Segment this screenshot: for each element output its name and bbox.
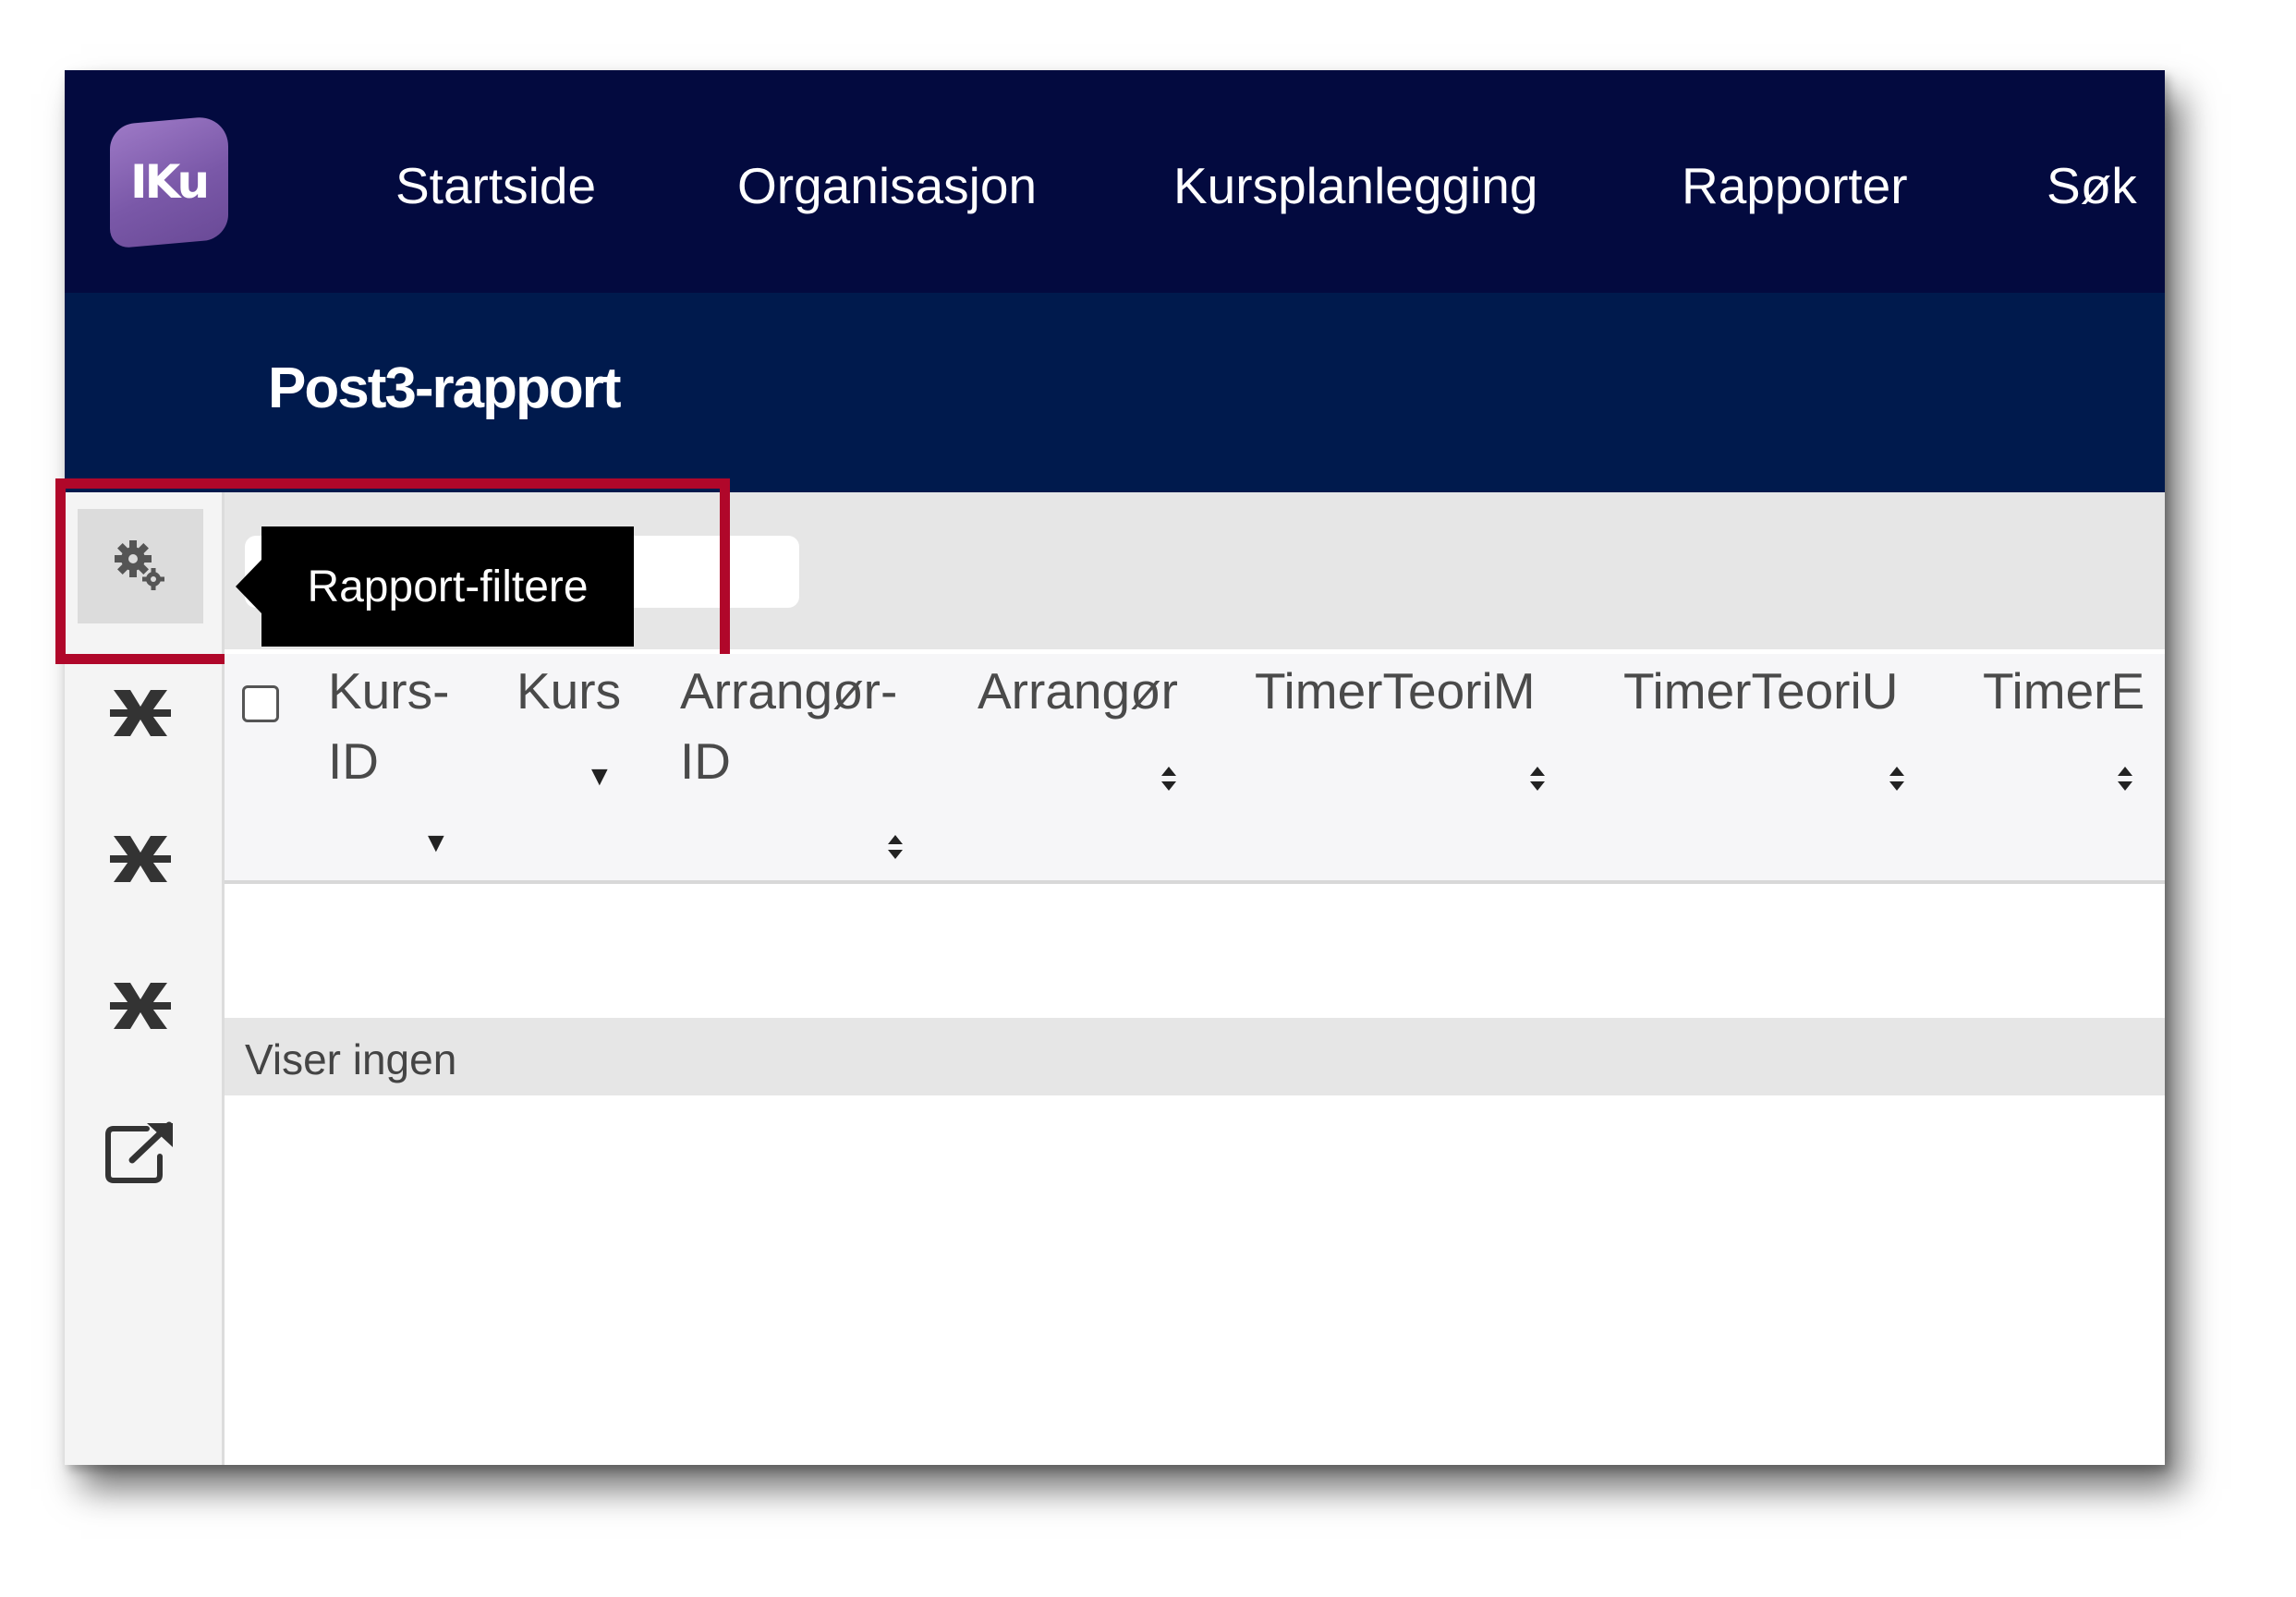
- column-label: ID: [328, 732, 379, 790]
- column-header-kurs[interactable]: Kurs: [516, 656, 621, 726]
- export-excel-button-2[interactable]: [78, 802, 203, 916]
- column-label: TimerTeoriU: [1623, 662, 1899, 720]
- nav-item-kursplanlegging[interactable]: Kursplanlegging: [1173, 153, 1537, 218]
- column-header-kurs-id[interactable]: Kurs- ID: [328, 656, 449, 796]
- excel-export-icon: [110, 690, 171, 736]
- export-excel-button-1[interactable]: [78, 656, 203, 770]
- excel-export-icon: [110, 983, 171, 1029]
- nav-item-organisasjon[interactable]: Organisasjon: [737, 153, 1037, 218]
- top-navigation-bar: IKu Startside Organisasjon Kursplanleggi…: [65, 70, 2165, 293]
- sort-both-icon[interactable]: [2117, 766, 2133, 792]
- column-header-timerteoriu[interactable]: TimerTeoriU: [1623, 656, 1898, 726]
- column-label: Arrangør: [978, 662, 1178, 720]
- nav-item-startside[interactable]: Startside: [395, 153, 596, 218]
- nav-item-rapporter[interactable]: Rapporter: [1682, 153, 1908, 218]
- column-header-timerteorim[interactable]: TimerTeoriM: [1255, 656, 1536, 726]
- column-label: TimerE: [1983, 662, 2145, 720]
- nav-item-sok[interactable]: Søk: [2047, 153, 2137, 218]
- table-info-text: Viser ingen: [245, 1035, 457, 1083]
- column-header-arrangor-id[interactable]: Arrangør- ID: [680, 656, 897, 796]
- page-title: Post3-rapport: [268, 357, 621, 420]
- table-info-bar: [225, 1018, 2165, 1095]
- sort-both-icon[interactable]: [1889, 766, 1905, 792]
- column-label: Kurs: [516, 662, 622, 720]
- sort-both-icon[interactable]: [887, 834, 904, 860]
- sort-both-icon[interactable]: [1529, 766, 1546, 792]
- iku-logo[interactable]: IKu: [110, 115, 228, 249]
- open-external-button[interactable]: [78, 1095, 203, 1209]
- column-label: Arrangør-: [680, 662, 898, 720]
- sort-desc-icon[interactable]: ▼: [422, 829, 450, 857]
- sort-desc-icon[interactable]: ▼: [586, 763, 613, 791]
- external-link-icon: [105, 1121, 173, 1183]
- logo-text: IKu: [130, 155, 208, 210]
- table-header: Kurs- ID ▼ Kurs ▼ Arrangør- ID Arrangør …: [225, 654, 2165, 884]
- highlight-box: [55, 478, 730, 664]
- export-excel-button-3[interactable]: [78, 949, 203, 1063]
- excel-export-icon: [110, 836, 171, 882]
- column-label: ID: [680, 732, 731, 790]
- column-header-arrangor[interactable]: Arrangør: [978, 656, 1178, 726]
- sort-both-icon[interactable]: [1160, 766, 1177, 792]
- select-all-checkbox[interactable]: [242, 685, 279, 722]
- column-label: TimerTeoriM: [1255, 662, 1536, 720]
- column-header-timere[interactable]: TimerE: [1983, 656, 2144, 726]
- column-label: Kurs-: [328, 662, 450, 720]
